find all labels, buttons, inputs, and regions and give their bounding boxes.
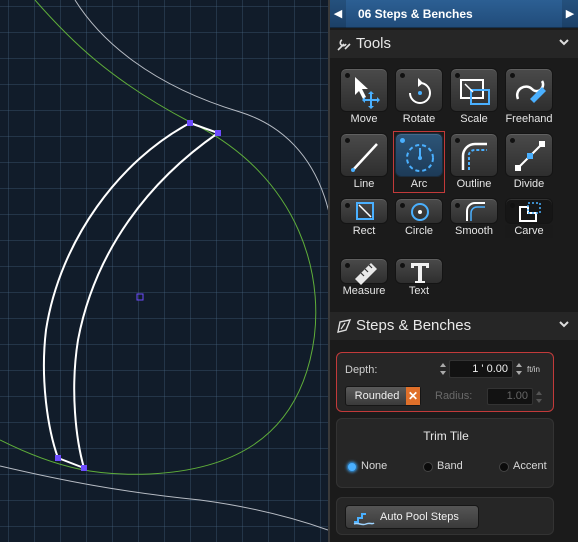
carve-icon [519, 202, 541, 222]
auto-steps-group: Auto Pool Steps [336, 497, 554, 535]
steps-header[interactable]: Steps & Benches [330, 312, 578, 340]
tool-freehand[interactable]: Freehand [505, 68, 553, 126]
tool-move[interactable]: Move [340, 68, 388, 126]
outline-icon [461, 142, 487, 170]
rotate-icon [409, 78, 431, 104]
depth-unit: ft/in [527, 365, 540, 374]
vertex-handle [81, 465, 87, 471]
line-icon [351, 143, 378, 172]
radius-label: Radius: [435, 390, 473, 402]
panel-titlebar: ◀ 06 Steps & Benches ▶ [330, 0, 578, 28]
tool-label: Scale [460, 113, 488, 125]
tool-label: Smooth [455, 225, 493, 237]
smooth-icon [466, 202, 485, 221]
tool-label: Line [353, 178, 375, 190]
vertex-handle [55, 455, 61, 461]
chevron-right-icon[interactable]: ▶ [562, 0, 578, 28]
tool-circle[interactable]: Circle [395, 198, 443, 238]
move-icon [355, 77, 380, 109]
pool-steps-icon [353, 513, 375, 526]
tool-text[interactable]: Text [395, 258, 443, 298]
radio-label: None [361, 460, 388, 472]
rect-icon [356, 202, 374, 220]
tool-scale[interactable]: Scale [450, 68, 498, 126]
radius-field[interactable]: 1.00 [487, 388, 533, 405]
tool-label: Circle [404, 225, 434, 237]
canvas-drawing [0, 0, 328, 531]
depth-inches-stepper[interactable] [515, 361, 523, 377]
arc-icon [406, 144, 434, 172]
rounded-label: Rounded [354, 390, 400, 402]
tool-label: Move [350, 113, 378, 125]
divide-icon [515, 141, 545, 171]
tool-label: Measure [342, 285, 386, 297]
tools-title: Tools [356, 35, 392, 52]
auto-pool-steps-label: Auto Pool Steps [380, 511, 459, 523]
tool-outline[interactable]: Outline [450, 133, 498, 191]
vertex-handle [215, 130, 221, 136]
center-handle [136, 293, 144, 301]
side-panel: ◀ 06 Steps & Benches ▶ Tools Move Rotate… [328, 0, 578, 542]
tool-label: Outline [456, 178, 492, 190]
step-arc-inner [73, 132, 219, 469]
tool-carve[interactable]: Carve [505, 198, 553, 238]
chevron-down-icon[interactable] [558, 36, 570, 48]
panel-title: 06 Steps & Benches [358, 7, 473, 21]
trim-options: None Band Accent [347, 460, 547, 474]
tool-arc[interactable]: Arc [393, 131, 445, 193]
radio-unselected [499, 462, 509, 472]
depth-field[interactable]: 1 ' 0.00 [449, 360, 513, 378]
tool-label: Carve [505, 225, 553, 238]
freehand-icon [515, 80, 546, 103]
tool-label: Arc [410, 178, 428, 190]
radio-unselected [423, 462, 433, 472]
auto-pool-steps-button[interactable]: Auto Pool Steps [345, 505, 479, 529]
tool-line[interactable]: Line [340, 133, 388, 191]
chevron-left-icon[interactable]: ◀ [330, 0, 346, 28]
depth-label: Depth: [345, 364, 378, 376]
steps-icon [337, 319, 352, 333]
chevron-down-icon[interactable] [558, 318, 570, 330]
depth-feet-stepper[interactable] [439, 361, 447, 377]
vertex-handle [187, 120, 193, 126]
steps-title: Steps & Benches [356, 317, 472, 334]
radius-stepper[interactable] [535, 389, 543, 405]
depth-group: Depth: 1 ' 0.00 ft/in Rounded ✕ Radius: … [336, 352, 554, 412]
trim-tile-group: Trim Tile None Band Accent [336, 418, 554, 488]
tool-label: Text [408, 285, 430, 297]
pool-offset-outline-bottom [0, 465, 328, 531]
circle-icon [411, 203, 429, 221]
tools-header[interactable]: Tools [330, 30, 578, 58]
design-canvas[interactable] [0, 0, 328, 542]
measure-icon [355, 263, 377, 285]
scale-icon [460, 79, 490, 105]
close-icon[interactable]: ✕ [406, 387, 420, 405]
radio-label: Band [437, 460, 463, 472]
tool-smooth[interactable]: Smooth [450, 198, 498, 238]
tool-measure[interactable]: Measure [340, 258, 388, 298]
pool-offset-outline [74, 0, 328, 212]
tool-rect[interactable]: Rect [340, 198, 388, 238]
tool-label: Freehand [505, 113, 553, 125]
radio-selected [347, 462, 357, 472]
tool-label: Divide [513, 178, 545, 190]
tools-icon [337, 39, 351, 51]
step-cap-bottom [57, 457, 85, 469]
pool-outline-green [0, 0, 317, 475]
step-cap-top [189, 122, 219, 134]
rounded-toggle[interactable]: Rounded ✕ [345, 386, 421, 406]
tool-divide[interactable]: Divide [505, 133, 553, 191]
text-icon [411, 263, 429, 283]
trim-tile-title: Trim Tile [423, 429, 469, 443]
radio-label: Accent [513, 460, 547, 472]
tool-rotate[interactable]: Rotate [395, 68, 443, 126]
tool-label: Rect [352, 225, 376, 237]
tool-label: Rotate [402, 113, 436, 125]
